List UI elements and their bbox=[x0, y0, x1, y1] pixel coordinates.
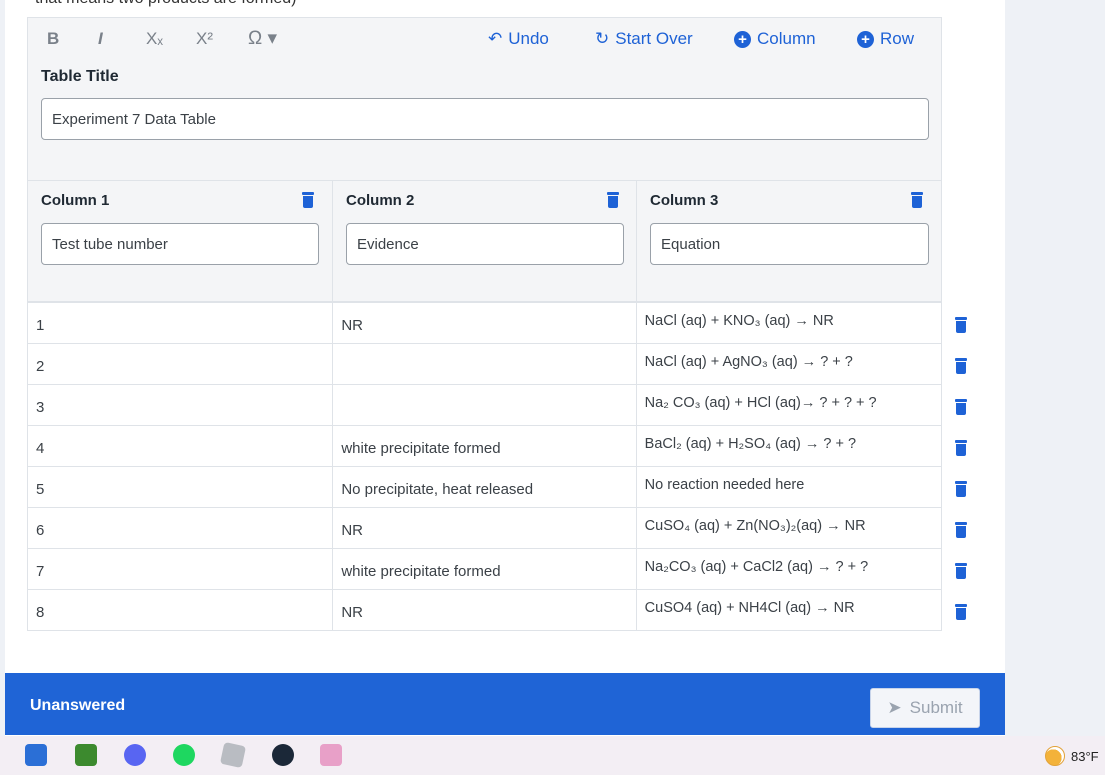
divider bbox=[28, 180, 941, 181]
cell-test-tube[interactable]: 4 bbox=[28, 426, 332, 466]
cell-equation[interactable]: BaCl₂ (aq) + H₂SO₄ (aq) → ? + ? bbox=[635, 426, 941, 466]
divider bbox=[636, 180, 637, 302]
plus-icon: + bbox=[857, 30, 874, 48]
bold-button[interactable]: B bbox=[47, 28, 59, 50]
delete-column-1-icon[interactable] bbox=[302, 192, 314, 208]
table-row: 8 NR CuSO4 (aq) + NH4Cl (aq) → NR bbox=[28, 589, 941, 630]
add-column-button[interactable]: + Column bbox=[734, 28, 816, 50]
table-row: 3 Na₂ CO₃ (aq) + HCl (aq)→ ? + ? + ? bbox=[28, 384, 941, 425]
taskbar: 83°F bbox=[0, 736, 1105, 775]
delete-row-4-icon[interactable] bbox=[955, 440, 967, 456]
cell-test-tube[interactable]: 1 bbox=[28, 303, 332, 343]
delete-row-6-icon[interactable] bbox=[955, 522, 967, 538]
refresh-icon: ↻ bbox=[595, 29, 610, 48]
delete-row-8-icon[interactable] bbox=[955, 604, 967, 620]
column-1-label: Column 1 bbox=[41, 192, 110, 209]
undo-button[interactable]: ↶ Undo bbox=[488, 28, 549, 50]
add-column-label: Column bbox=[757, 29, 816, 48]
table-row: 4 white precipitate formed BaCl₂ (aq) + … bbox=[28, 425, 941, 466]
cell-evidence[interactable]: NR bbox=[332, 508, 635, 548]
start-over-button[interactable]: ↻ Start Over bbox=[595, 28, 693, 50]
cell-test-tube[interactable]: 6 bbox=[28, 508, 332, 548]
temperature: 83°F bbox=[1071, 748, 1099, 764]
undo-icon: ↶ bbox=[488, 29, 503, 48]
table-row: 6 NR CuSO₄ (aq) + Zn(NO₃)₂(aq) → NR bbox=[28, 507, 941, 548]
table-row: 5 No precipitate, heat released No react… bbox=[28, 466, 941, 507]
delete-row-2-icon[interactable] bbox=[955, 358, 967, 374]
cell-test-tube[interactable]: 7 bbox=[28, 549, 332, 589]
delete-column-2-icon[interactable] bbox=[607, 192, 619, 208]
editor-toolbar: B I Xₓ X² Ω ▾ ↶ Undo ↻ Start Over + Colu… bbox=[28, 18, 941, 60]
undo-label: Undo bbox=[508, 29, 549, 48]
cell-test-tube[interactable]: 5 bbox=[28, 467, 332, 507]
cell-evidence[interactable]: No precipitate, heat released bbox=[332, 467, 635, 507]
column-2-input[interactable]: Evidence bbox=[346, 223, 624, 265]
cell-test-tube[interactable]: 3 bbox=[28, 385, 332, 425]
cell-equation[interactable]: CuSO₄ (aq) + Zn(NO₃)₂(aq) → NR bbox=[635, 508, 941, 548]
submit-button[interactable]: ➤ Submit bbox=[870, 688, 980, 728]
question-text: that means two products are formed) bbox=[35, 0, 296, 8]
cell-evidence[interactable]: NR bbox=[332, 303, 635, 343]
cell-equation[interactable]: NaCl (aq) + KNO₃ (aq) → NR bbox=[635, 303, 941, 343]
answer-footer: Unanswered ➤ Submit bbox=[5, 673, 1005, 735]
delete-row-3-icon[interactable] bbox=[955, 399, 967, 415]
cell-equation[interactable]: CuSO4 (aq) + NH4Cl (aq) → NR bbox=[635, 590, 941, 630]
cell-equation[interactable]: Na₂CO₃ (aq) + CaCl2 (aq) → ? + ? bbox=[635, 549, 941, 589]
table-row: 1 NR NaCl (aq) + KNO₃ (aq) → NR bbox=[28, 302, 941, 343]
cell-evidence[interactable]: white precipitate formed bbox=[332, 549, 635, 589]
table-row: 2 NaCl (aq) + AgNO₃ (aq) → ? + ? bbox=[28, 343, 941, 384]
symbol-button[interactable]: Ω ▾ bbox=[248, 28, 277, 50]
table-row: 7 white precipitate formed Na₂CO₃ (aq) +… bbox=[28, 548, 941, 589]
cell-equation[interactable]: NaCl (aq) + AgNO₃ (aq) → ? + ? bbox=[635, 344, 941, 384]
weather-icon bbox=[1045, 746, 1065, 766]
steam-icon[interactable] bbox=[272, 744, 294, 766]
column-1-input[interactable]: Test tube number bbox=[41, 223, 319, 265]
cell-equation[interactable]: No reaction needed here bbox=[635, 467, 941, 507]
minecraft-icon[interactable] bbox=[75, 744, 97, 766]
spotify-icon[interactable] bbox=[173, 744, 195, 766]
column-2-label: Column 2 bbox=[346, 192, 415, 209]
delete-row-1-icon[interactable] bbox=[955, 317, 967, 333]
store-icon[interactable] bbox=[25, 744, 47, 766]
table-title-label: Table Title bbox=[41, 68, 119, 85]
cell-test-tube[interactable]: 8 bbox=[28, 590, 332, 630]
column-3-label: Column 3 bbox=[650, 192, 719, 209]
column-3-input[interactable]: Equation bbox=[650, 223, 929, 265]
delete-row-5-icon[interactable] bbox=[955, 481, 967, 497]
game-icon[interactable] bbox=[320, 744, 342, 766]
add-row-button[interactable]: + Row bbox=[857, 28, 914, 50]
plus-icon: + bbox=[734, 30, 751, 48]
superscript-button[interactable]: X² bbox=[196, 28, 213, 50]
data-table: 1 NR NaCl (aq) + KNO₃ (aq) → NR 2 NaCl (… bbox=[27, 302, 942, 631]
cell-test-tube[interactable]: 2 bbox=[28, 344, 332, 384]
delete-row-7-icon[interactable] bbox=[955, 563, 967, 579]
subscript-button[interactable]: Xₓ bbox=[146, 28, 163, 50]
delete-column-3-icon[interactable] bbox=[911, 192, 923, 208]
cell-evidence[interactable] bbox=[332, 385, 635, 425]
table-title-input[interactable]: Experiment 7 Data Table bbox=[41, 98, 929, 140]
roblox-icon[interactable] bbox=[219, 741, 247, 769]
table-editor: B I Xₓ X² Ω ▾ ↶ Undo ↻ Start Over + Colu… bbox=[27, 17, 942, 302]
weather-widget[interactable]: 83°F bbox=[1045, 746, 1099, 766]
divider bbox=[332, 180, 333, 302]
send-icon: ➤ bbox=[887, 698, 902, 717]
cell-evidence[interactable]: NR bbox=[332, 590, 635, 630]
cell-equation[interactable]: Na₂ CO₃ (aq) + HCl (aq)→ ? + ? + ? bbox=[635, 385, 941, 425]
cell-evidence[interactable] bbox=[332, 344, 635, 384]
cell-evidence[interactable]: white precipitate formed bbox=[332, 426, 635, 466]
add-row-label: Row bbox=[880, 29, 915, 48]
answer-status: Unanswered bbox=[30, 697, 126, 714]
submit-label: Submit bbox=[909, 698, 963, 717]
discord-icon[interactable] bbox=[124, 744, 146, 766]
start-over-label: Start Over bbox=[615, 29, 693, 48]
italic-button[interactable]: I bbox=[98, 28, 103, 50]
